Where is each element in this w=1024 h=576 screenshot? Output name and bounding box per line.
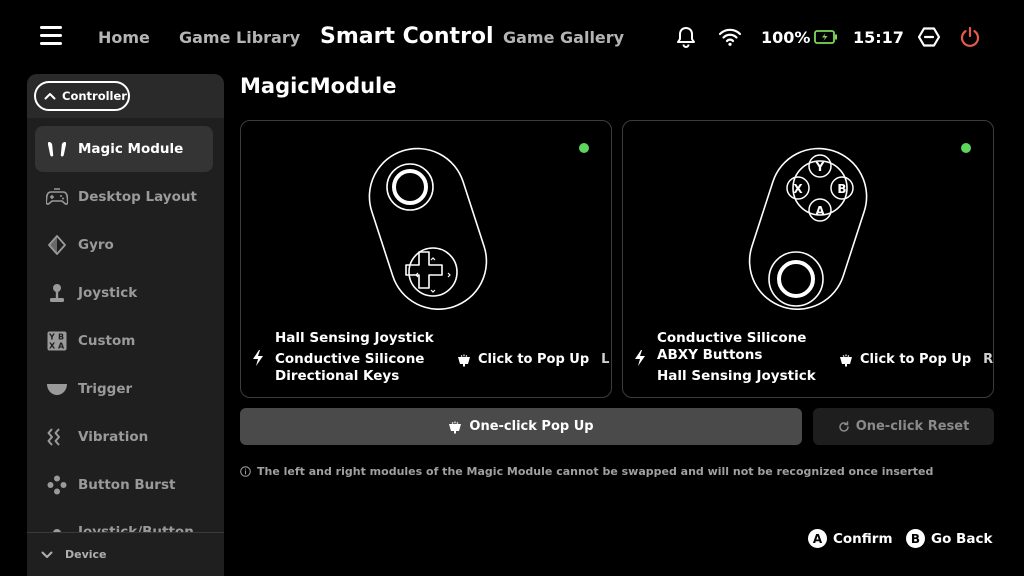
- b-button-icon: B: [906, 529, 925, 548]
- sidebar-item-desktop-layout[interactable]: Desktop Layout: [35, 174, 213, 220]
- reset-icon: [838, 420, 849, 432]
- svg-text:X: X: [49, 342, 56, 351]
- popup-icon: [449, 421, 462, 433]
- sidebar-item-vibration[interactable]: Vibration: [35, 414, 213, 460]
- right-module-illustration: Y X B A: [748, 147, 868, 310]
- feature-line: Directional Keys: [275, 368, 400, 384]
- sidebar-item-button-burst[interactable]: Button Burst: [35, 462, 213, 508]
- popup-icon: [840, 354, 852, 366]
- chevron-down-icon: [41, 551, 53, 558]
- wifi-icon[interactable]: [718, 24, 742, 50]
- chevron-up-icon: [44, 93, 56, 100]
- left-module-card[interactable]: Hall Sensing Joystick Conductive Silicon…: [240, 120, 612, 398]
- svg-text:A: A: [58, 342, 65, 351]
- left-popup-button[interactable]: Click to Pop Up L: [457, 352, 609, 367]
- gyro-icon: [45, 233, 69, 257]
- device-section-toggle[interactable]: Device: [27, 532, 224, 576]
- right-feature-list: Conductive Silicone ABXY Buttons Hall Se…: [633, 330, 816, 385]
- menu-icon[interactable]: [40, 26, 64, 48]
- lightning-icon: [253, 349, 263, 366]
- confirm-hint[interactable]: A Confirm: [808, 529, 893, 548]
- side-label: R: [983, 352, 994, 367]
- button-a-label: A: [815, 204, 825, 218]
- vibration-icon: [45, 425, 69, 449]
- sidebar-item-custom[interactable]: YBXA Custom: [35, 318, 213, 364]
- confirm-label: Confirm: [833, 530, 893, 547]
- feature-line: Hall Sensing Joystick: [275, 330, 434, 346]
- lightning-icon: [635, 349, 645, 366]
- tab-game-gallery[interactable]: Game Gallery: [503, 28, 624, 47]
- go-back-hint[interactable]: B Go Back: [906, 529, 992, 548]
- gamepad-icon: [45, 185, 69, 209]
- controller-section-toggle[interactable]: Controller: [34, 81, 130, 111]
- sidebar-item-label: Button Burst: [78, 477, 176, 493]
- controller-section-label: Controller: [62, 89, 127, 103]
- clock: 15:17: [853, 27, 904, 47]
- feature-line: Conductive Silicone: [275, 351, 425, 367]
- sidebar-item-trigger[interactable]: Trigger: [35, 366, 213, 412]
- right-popup-button[interactable]: Click to Pop Up R: [839, 352, 993, 367]
- left-feature-list: Hall Sensing Joystick Conductive Silicon…: [251, 330, 434, 385]
- one-click-reset-label: One-click Reset: [855, 419, 970, 434]
- svg-text:B: B: [58, 333, 64, 342]
- tab-game-library[interactable]: Game Library: [179, 28, 300, 47]
- sidebar-item-label: Vibration: [78, 429, 149, 445]
- sidebar-item-magic-module[interactable]: Magic Module: [35, 126, 213, 172]
- left-module-illustration: [368, 147, 488, 310]
- top-bar: Home Game Library Smart Control Game Gal…: [0, 0, 1024, 74]
- sidebar-item-label: Magic Module: [78, 141, 184, 157]
- page-title: MagicModule: [240, 74, 397, 98]
- trigger-icon: [45, 377, 69, 401]
- battery-percent: 100%: [761, 27, 811, 47]
- sidebar-item-joystick[interactable]: Joystick: [35, 270, 213, 316]
- device-section-label: Device: [65, 548, 107, 561]
- svg-text:Y: Y: [48, 333, 55, 342]
- sidebar-item-label: Custom: [78, 333, 136, 349]
- xyba-icon: YBXA: [45, 329, 69, 353]
- side-label: L: [601, 352, 610, 367]
- magic-module-icon: [45, 137, 69, 161]
- one-click-reset-button[interactable]: One-click Reset: [813, 408, 994, 445]
- tab-smart-control[interactable]: Smart Control: [320, 24, 494, 49]
- feature-line: Hall Sensing Joystick: [657, 368, 816, 384]
- popup-label: Click to Pop Up: [478, 352, 590, 367]
- joystick-icon: [45, 281, 69, 305]
- feature-line: Conductive Silicone: [657, 330, 807, 346]
- bell-icon[interactable]: [676, 24, 696, 50]
- power-icon[interactable]: [959, 24, 981, 50]
- right-module-card[interactable]: Y X B A Conductive Silicone ABXY Buttons…: [622, 120, 994, 398]
- sidebar-item-label: Gyro: [78, 237, 114, 253]
- notice-text: The left and right modules of the Magic …: [257, 465, 934, 478]
- feature-line: ABXY Buttons: [657, 347, 763, 363]
- info-notice: The left and right modules of the Magic …: [240, 465, 933, 478]
- sidebar-item-label: Desktop Layout: [78, 189, 197, 205]
- popup-icon: [458, 354, 470, 366]
- button-b-label: B: [837, 182, 846, 196]
- settings-hex-icon[interactable]: [918, 24, 940, 50]
- sidebar-item-label: Joystick: [78, 285, 138, 301]
- sidebar-item-gyro[interactable]: Gyro: [35, 222, 213, 268]
- info-icon: [240, 466, 251, 477]
- tab-home[interactable]: Home: [98, 28, 150, 47]
- a-button-icon: A: [808, 529, 827, 548]
- battery-icon: [814, 30, 838, 44]
- one-click-popup-button[interactable]: One-click Pop Up: [240, 408, 802, 445]
- go-back-label: Go Back: [931, 530, 993, 547]
- sidebar-item-label: Trigger: [78, 381, 133, 397]
- sidebar: Controller Magic Module Desktop Layout G…: [27, 74, 224, 576]
- sidebar-header: Controller: [27, 74, 224, 118]
- button-burst-icon: [45, 473, 69, 497]
- popup-label: Click to Pop Up: [860, 352, 972, 367]
- button-x-label: X: [793, 182, 803, 196]
- button-y-label: Y: [815, 160, 825, 174]
- one-click-popup-label: One-click Pop Up: [469, 419, 594, 434]
